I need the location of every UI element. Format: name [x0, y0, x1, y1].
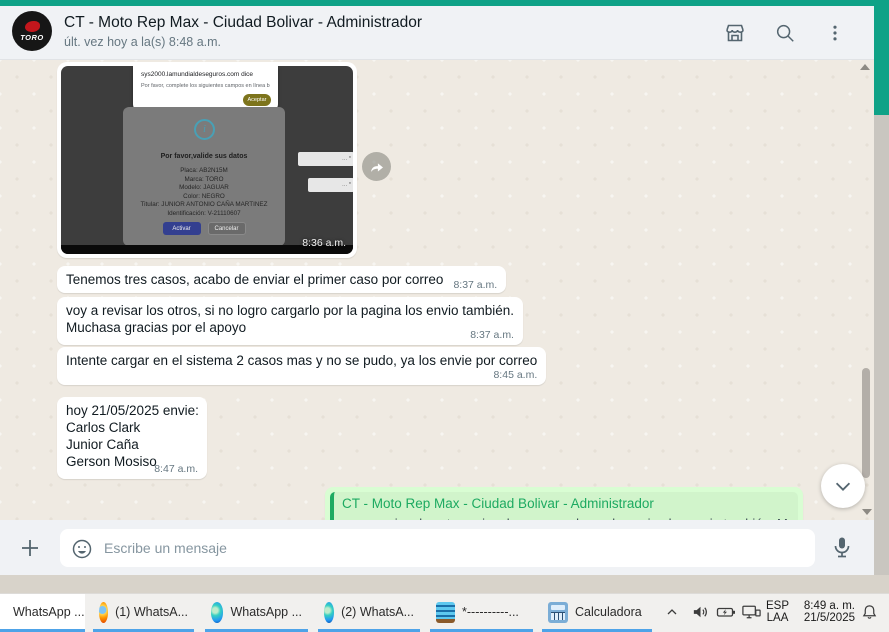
message-text: hoy 21/05/2025 envie: Carlos Clark Junio… [66, 403, 199, 469]
screenshot-form-fragment: … * [308, 178, 353, 192]
notepad-icon [436, 602, 455, 623]
screenshot-activar-button: Activar [163, 222, 201, 235]
taskbar-button-whatsapp-edge[interactable]: WhatsApp ... [205, 594, 308, 630]
chat-title[interactable]: CT - Moto Rep Max - Ciudad Bolivar - Adm… [64, 14, 422, 32]
message-timestamp: 8:45 a.m. [493, 369, 537, 381]
taskbar-button-calculator[interactable]: Calculadora [542, 594, 652, 630]
scroll-to-bottom-button[interactable] [821, 464, 865, 508]
scrollbar-thumb[interactable] [862, 368, 870, 478]
screenshot-dialog-origin: sys2000.lamundialdeseguros.com dice [141, 71, 253, 78]
screenshot-cancelar-button: Cancelar [208, 222, 246, 235]
attach-plus-icon[interactable] [16, 534, 44, 562]
scrollbar-up-arrow[interactable] [860, 64, 870, 70]
avatar-logo-text: TORO [20, 33, 44, 42]
group-avatar[interactable]: TORO [12, 11, 52, 51]
message-input[interactable] [60, 529, 815, 567]
quoted-message-block[interactable]: CT - Moto Rep Max - Ciudad Bolivar - Adm… [330, 492, 798, 520]
composer-bar [0, 520, 874, 575]
message-timestamp: 8:47 a.m. [154, 463, 198, 475]
avatar-logo-shape [25, 21, 40, 32]
taskbar-button-notepad[interactable]: *----------... [430, 594, 533, 630]
screen: TORO CT - Moto Rep Max - Ciudad Bolivar … [0, 0, 889, 632]
message-text: Tenemos tres casos, acabo de enviar el p… [66, 272, 443, 287]
message-bubble: Tenemos tres casos, acabo de enviar el p… [57, 266, 506, 293]
edge-icon [324, 602, 334, 623]
screenshot-modal-title: Por favor,valide sus datos [123, 153, 285, 160]
message-text: Intente cargar en el sistema 2 casos mas… [66, 353, 537, 368]
message-bubble: voy a revisar los otros, si no logro car… [57, 297, 523, 345]
quoted-author: CT - Moto Rep Max - Ciudad Bolivar - Adm… [342, 496, 790, 511]
menu-kebab-icon[interactable] [822, 20, 848, 46]
tray-clock[interactable]: 8:49 a. m.21/5/2025 [798, 594, 855, 630]
image-thumbnail[interactable]: sys2000.lamundialdeseguros.com dice Por … [61, 66, 353, 254]
message-text: voy a revisar los otros, si no logro car… [66, 303, 514, 335]
message-timestamp: 8:36 a.m. [302, 237, 346, 249]
tray-notifications-bell-icon[interactable] [861, 594, 878, 630]
chat-header: TORO CT - Moto Rep Max - Ciudad Bolivar … [0, 6, 874, 60]
tray-chevron-up-icon[interactable] [664, 594, 680, 630]
screenshot-validation-modal: i Por favor,valide sus datos Placa: AB2N… [123, 107, 285, 246]
search-icon[interactable] [772, 20, 798, 46]
last-seen-status: últ. vez hoy a la(s) 8:48 a.m. [64, 35, 221, 49]
edge-icon [211, 602, 223, 623]
tray-network-icon[interactable] [741, 594, 762, 630]
conversation-panel[interactable]: sys2000.lamundialdeseguros.com dice Por … [0, 60, 874, 520]
message-bubble: hoy 21/05/2025 envie: Carlos Clark Junio… [57, 397, 207, 479]
tray-battery-icon[interactable] [716, 594, 736, 630]
screenshot-vehicle-details: Placa: AB2N15M Marca: TORO Modelo: JAGUA… [123, 167, 285, 219]
calculator-icon [548, 602, 568, 623]
scrollbar-down-arrow[interactable] [862, 509, 872, 515]
background-window-green-edge [874, 6, 889, 115]
screenshot-accept-button: Aceptar [243, 94, 271, 106]
microphone-icon[interactable] [830, 535, 854, 561]
taskbar-button-whatsapp-edge-2[interactable]: (2) WhatsA... [318, 594, 420, 630]
message-timestamp: 8:37 a.m. [470, 329, 514, 341]
screenshot-browser-dialog: sys2000.lamundialdeseguros.com dice Por … [133, 66, 278, 112]
screenshot-dialog-body: Por favor, complete los siguientes campo… [141, 83, 270, 89]
storefront-icon[interactable] [722, 20, 748, 46]
info-icon: i [194, 119, 215, 140]
message-timestamp: 8:37 a.m. [453, 279, 497, 291]
tray-language-indicator[interactable]: ESPLAA [766, 594, 789, 630]
windows-taskbar: WhatsApp ... (1) WhatsA... WhatsApp ... … [0, 593, 889, 632]
taskbar-button-whatsapp-firefox[interactable]: (1) WhatsA... [93, 594, 194, 630]
outgoing-message-bubble: CT - Moto Rep Max - Ciudad Bolivar - Adm… [325, 487, 803, 520]
image-message-bubble: sys2000.lamundialdeseguros.com dice Por … [57, 62, 357, 258]
forward-message-button[interactable] [362, 152, 391, 181]
tray-date: 21/5/2025 [804, 612, 855, 624]
desktop-gap-strip [0, 575, 889, 593]
tray-time: 8:49 a. m. [804, 600, 855, 612]
firefox-icon [99, 602, 108, 623]
emoji-icon[interactable] [70, 537, 94, 561]
background-window-gray-edge [874, 115, 889, 593]
tray-speaker-icon[interactable] [691, 594, 710, 630]
screenshot-form-fragment: … * [298, 152, 353, 166]
taskbar-button-whatsapp-active[interactable]: WhatsApp ... [0, 594, 85, 630]
message-bubble: Intente cargar en el sistema 2 casos mas… [57, 347, 546, 385]
